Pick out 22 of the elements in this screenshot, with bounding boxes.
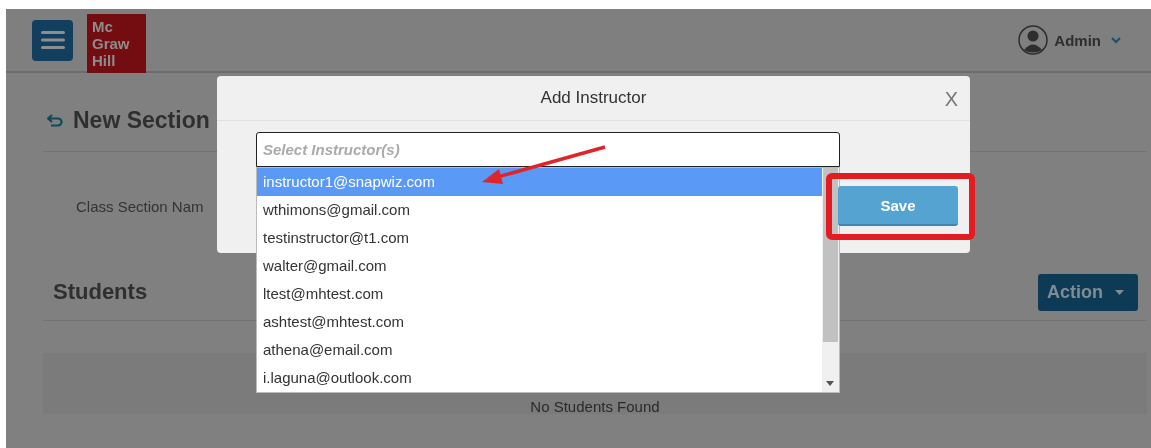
scroll-down-icon[interactable] — [826, 381, 834, 386]
chevron-down-icon[interactable] — [1111, 36, 1121, 44]
user-avatar-icon — [1018, 25, 1049, 55]
menu-button[interactable] — [32, 19, 73, 61]
close-button[interactable]: X — [944, 88, 958, 111]
dropdown-option[interactable]: walter@gmail.com — [257, 252, 822, 280]
instructor-select-field[interactable]: Select Instructor(s) — [256, 132, 840, 167]
field-label: Class Section Nam — [76, 198, 204, 217]
back-icon[interactable] — [47, 113, 63, 128]
page-title: New Section — [73, 107, 210, 134]
dropdown-option[interactable]: testinstructor@t1.com — [257, 224, 822, 252]
dropdown-option[interactable]: i.laguna@outlook.com — [257, 364, 822, 392]
dropdown-option[interactable]: ltest@mhtest.com — [257, 280, 822, 308]
dropdown-option[interactable]: athena@email.com — [257, 336, 822, 364]
students-heading: Students — [53, 279, 148, 305]
dropdown-option[interactable]: wthimons@gmail.com — [257, 196, 822, 224]
empty-message: No Students Found — [530, 399, 660, 414]
dropdown-option[interactable]: ashtest@mhtest.com — [257, 308, 822, 336]
logo: Mc Graw Hill — [87, 14, 146, 73]
modal-title: Add Instructor — [540, 88, 647, 108]
menu-icon — [40, 30, 65, 50]
caret-icon — [1115, 289, 1124, 295]
